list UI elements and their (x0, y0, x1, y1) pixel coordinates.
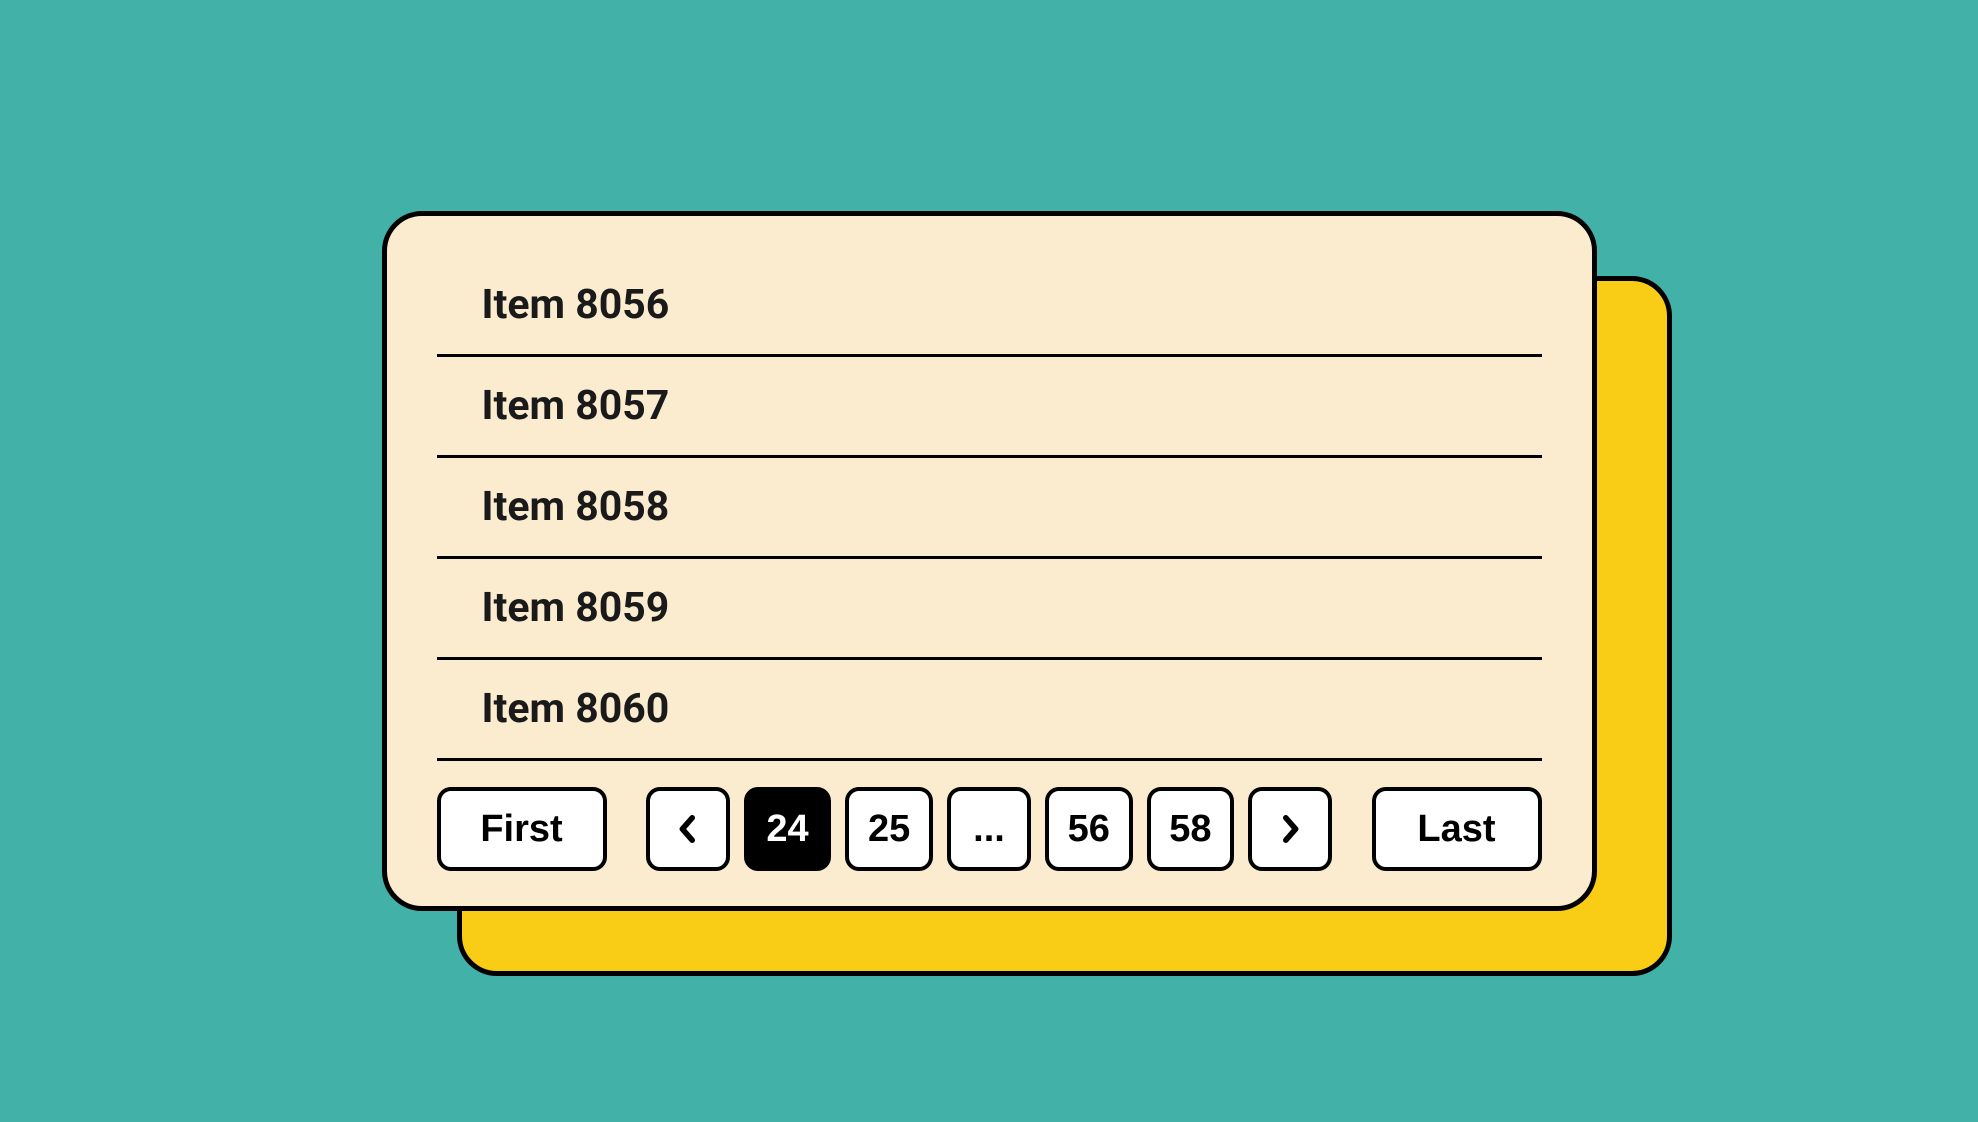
chevron-left-icon (679, 815, 697, 843)
list-item: Item 8057 (437, 357, 1542, 458)
chevron-right-icon (1281, 815, 1299, 843)
page-ellipsis[interactable]: ... (947, 787, 1031, 871)
list-item: Item 8056 (437, 256, 1542, 357)
page-button-24[interactable]: 24 (744, 787, 832, 871)
list-item: Item 8059 (437, 559, 1542, 660)
page-button-56[interactable]: 56 (1045, 787, 1133, 871)
card-wrapper: Item 8056 Item 8057 Item 8058 Item 8059 … (382, 211, 1597, 911)
list-item: Item 8060 (437, 660, 1542, 761)
item-list: Item 8056 Item 8057 Item 8058 Item 8059 … (437, 256, 1542, 761)
first-button[interactable]: First (437, 787, 607, 871)
card: Item 8056 Item 8057 Item 8058 Item 8059 … (382, 211, 1597, 911)
list-item: Item 8058 (437, 458, 1542, 559)
pagination: First 24 25 ... 56 58 Last (437, 787, 1542, 871)
last-button[interactable]: Last (1372, 787, 1542, 871)
next-button[interactable] (1248, 787, 1332, 871)
page-button-25[interactable]: 25 (845, 787, 933, 871)
prev-button[interactable] (646, 787, 730, 871)
page-button-58[interactable]: 58 (1147, 787, 1235, 871)
